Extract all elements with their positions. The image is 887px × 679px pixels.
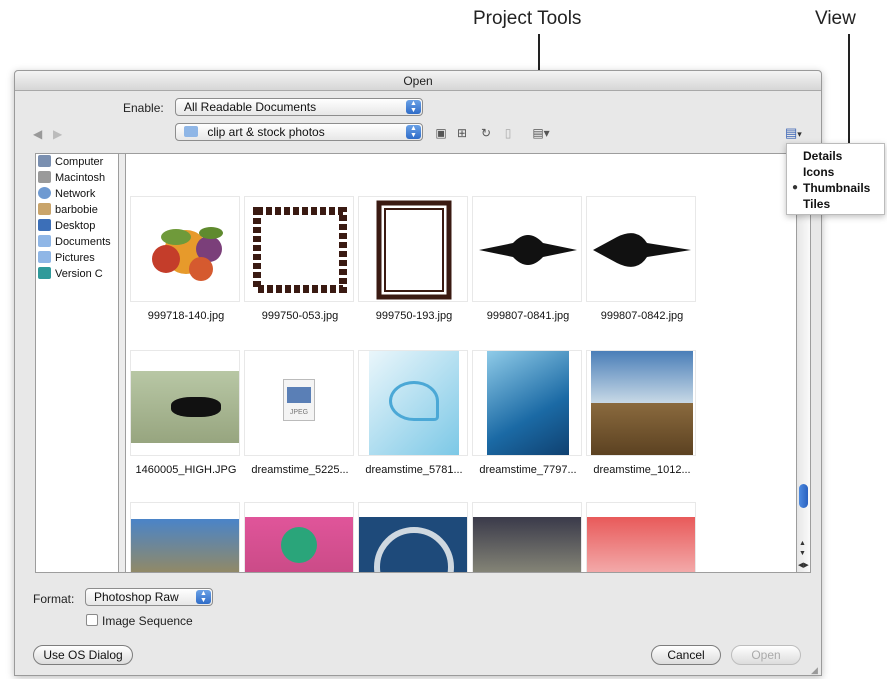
view-icon: ▤ (785, 125, 798, 140)
window-title: Open (15, 71, 821, 91)
thumbnail-dreamstime-5225[interactable]: JPEG (244, 350, 354, 456)
pictures-icon (38, 251, 51, 263)
thumbnail-caption: 999718-140.jpg (147, 310, 225, 322)
sidebar-item-version-cue[interactable]: Version C (36, 266, 118, 282)
view-menu-item-details[interactable]: Details (787, 148, 884, 164)
refresh-icon[interactable]: ↻ (479, 127, 493, 139)
popup-arrows-icon: ▲ ▼ (406, 125, 421, 139)
thumbnail-999807-0842[interactable] (586, 196, 696, 302)
image-sequence-label: Image Sequence (102, 614, 193, 628)
thumbnail-row3-3[interactable] (358, 502, 468, 572)
thumbnail-caption: dreamstime_1012... (593, 464, 691, 476)
thumbnail-dreamstime-5781[interactable] (358, 350, 468, 456)
view-menu-item-thumbnails[interactable]: ● Thumbnails (787, 180, 884, 196)
sidebar-item-documents[interactable]: Documents (36, 234, 118, 250)
thumbnail-caption: 999807-0841.jpg (486, 310, 570, 322)
home-icon (38, 203, 51, 215)
new-folder-icon[interactable]: ⊞ (455, 127, 469, 139)
scroll-lr-arrows-icon[interactable]: ◀▶ (798, 561, 809, 569)
network-icon (38, 187, 51, 199)
selected-bullet-icon: ● (792, 182, 799, 193)
thumbnail-1460005-high[interactable] (130, 350, 240, 456)
thumbnail-999750-053[interactable] (244, 196, 354, 302)
trash-icon[interactable]: ▯ (501, 127, 515, 139)
open-button[interactable]: Open (731, 645, 801, 665)
thumbnail-row3-2[interactable] (244, 502, 354, 572)
sidebar-item-pictures[interactable]: Pictures (36, 250, 118, 266)
thumbnail-row3-1[interactable] (130, 502, 240, 572)
format-label: Format: (33, 592, 75, 606)
format-popup[interactable]: Photoshop Raw ▲ ▼ (85, 588, 213, 606)
view-menu: Details Icons ● Thumbnails Tiles (786, 143, 885, 215)
thumbnail-caption: dreamstime_5225... (251, 464, 349, 476)
popup-arrows-icon: ▲ ▼ (196, 590, 211, 604)
hard-drive-icon (38, 171, 51, 183)
sidebar-item-barbobie[interactable]: barbobie (36, 202, 118, 218)
forward-arrow-icon[interactable]: ▶ (53, 127, 62, 141)
vertical-scrollbar[interactable]: ▲ ▼ ◀▶ (797, 153, 811, 573)
version-cue-icon (38, 267, 51, 279)
image-sequence-checkbox[interactable] (86, 614, 98, 626)
thumbnail-dreamstime-1012[interactable] (586, 350, 696, 456)
view-menu-button[interactable]: ▤▾ (785, 125, 809, 141)
jpeg-badge: JPEG (289, 409, 309, 416)
view-menu-item-icons[interactable]: Icons (787, 164, 884, 180)
thumbnail-row3-5[interactable] (586, 502, 696, 572)
thumbnail-caption: 999750-053.jpg (261, 310, 339, 322)
folder-icon (184, 126, 198, 137)
thumbnail-dreamstime-7797[interactable] (472, 350, 582, 456)
cancel-button[interactable]: Cancel (651, 645, 721, 665)
sidebar-item-network[interactable]: Network (36, 186, 118, 202)
thumbnail-caption: dreamstime_5781... (365, 464, 463, 476)
documents-icon (38, 235, 51, 247)
enable-label: Enable: (123, 101, 164, 115)
sidebar: Computer Macintosh Network barbobie Desk… (35, 153, 119, 573)
sidebar-item-computer[interactable]: Computer (36, 154, 118, 170)
scroll-down-arrow-icon[interactable]: ▼ (799, 550, 806, 557)
scroll-up-arrow-icon[interactable]: ▲ (799, 540, 806, 547)
computer-icon (38, 155, 51, 167)
thumbnail-999750-193[interactable] (358, 196, 468, 302)
thumbnail-grid: 999718-140.jpg 999750-053.jpg 999750-193… (125, 153, 797, 573)
view-callout-line (848, 34, 850, 146)
thumbnail-caption: dreamstime_7797... (479, 464, 577, 476)
thumbnail-999718-140[interactable] (130, 196, 240, 302)
scrollbar-thumb[interactable] (799, 484, 808, 508)
thumbnail-row3-4[interactable] (472, 502, 582, 572)
go-up-folder-icon[interactable]: ▣ (434, 127, 448, 139)
view-callout: View (815, 8, 856, 29)
location-popup[interactable]: clip art & stock photos ▲ ▼ (175, 123, 423, 141)
use-os-dialog-button[interactable]: Use OS Dialog (33, 645, 133, 665)
thumbnail-caption: 999807-0842.jpg (600, 310, 684, 322)
thumbnail-caption: 999750-193.jpg (375, 310, 453, 322)
enable-popup[interactable]: All Readable Documents ▲ ▼ (175, 98, 423, 116)
back-arrow-icon[interactable]: ◀ (33, 127, 42, 141)
sidebar-item-macintosh[interactable]: Macintosh (36, 170, 118, 186)
sidebar-item-desktop[interactable]: Desktop (36, 218, 118, 234)
project-tools-callout: Project Tools (473, 8, 582, 29)
project-tools-menu-icon[interactable]: ▤▾ (530, 127, 552, 139)
thumbnail-caption: 1460005_HIGH.JPG (135, 464, 237, 476)
desktop-icon (38, 219, 51, 231)
view-menu-item-tiles[interactable]: Tiles (787, 196, 884, 212)
popup-arrows-icon: ▲ ▼ (406, 100, 421, 114)
thumbnail-999807-0841[interactable] (472, 196, 582, 302)
resize-grip-icon[interactable]: ◢ (811, 665, 818, 676)
open-dialog: Open Enable: All Readable Documents ▲ ▼ ◀… (14, 70, 822, 676)
